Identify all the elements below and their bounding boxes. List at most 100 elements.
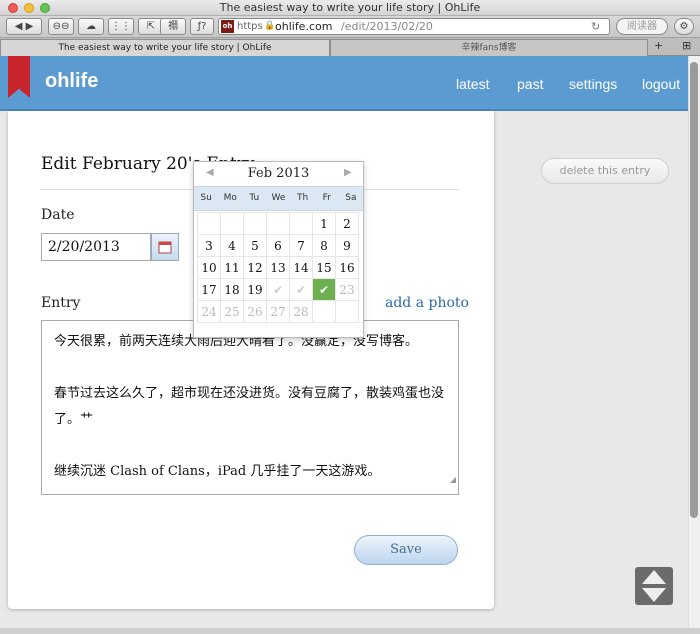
calendar-day[interactable]: 2: [335, 212, 359, 235]
calendar-empty-cell: [220, 212, 244, 235]
url-scheme: https: [237, 21, 263, 32]
calendar-day[interactable]: 12: [243, 256, 267, 279]
window-bottom-edge: [0, 628, 700, 634]
next-month-icon[interactable]: ▶: [344, 167, 352, 178]
resize-grip-icon[interactable]: ◢: [450, 467, 456, 493]
save-button[interactable]: Save: [354, 535, 458, 565]
calendar-button[interactable]: [151, 233, 179, 261]
scroll-down-arrow-icon[interactable]: [642, 588, 666, 602]
calendar-day[interactable]: 19: [243, 278, 267, 301]
calendar-day[interactable]: 10: [197, 256, 221, 279]
calendar-day-grid: 1 2 3 4 5 6 7 8 9 10 11 12 13 14 15 16 17 18 19 ✔ ✔ ✔ 23 24 25 26…: [197, 212, 359, 323]
weekday-label: Fr: [322, 193, 331, 203]
new-tab-plus-icon[interactable]: +: [654, 39, 663, 52]
reader-search-field[interactable]: 阅读器: [616, 18, 668, 35]
calendar-day[interactable]: 5: [243, 234, 267, 257]
calendar-day[interactable]: 6: [266, 234, 290, 257]
calendar-day[interactable]: 14: [289, 256, 313, 279]
date-picker-popup: Feb 2013 ◀ ▶ Su Mo Tu We Th Fr Sa 1 2 3 4 5 6 7 8 9 10 1…: [193, 161, 364, 338]
extension-f-button[interactable]: ƒ?: [190, 18, 214, 35]
back-forward-buttons[interactable]: ◀ ▶: [6, 18, 42, 35]
calendar-day: 28: [289, 300, 313, 323]
share-icon: ⇱: [146, 21, 156, 32]
entry-line: 继续沉迷 Clash of Clans，iPad 几乎挂了一天这游戏。: [54, 464, 381, 479]
tab-overflow-icon[interactable]: ⊞: [682, 39, 691, 52]
calendar-day-selected[interactable]: ✔: [312, 278, 336, 301]
forward-arrow-icon[interactable]: ▶: [26, 21, 34, 32]
back-arrow-icon[interactable]: ◀: [15, 21, 23, 32]
calendar-weekday-row: Su Mo Tu We Th Fr Sa: [194, 186, 363, 211]
nav-latest[interactable]: latest: [456, 76, 489, 92]
calendar-empty-cell: [266, 212, 290, 235]
reader-toggle-button[interactable]: ⊖⊖: [48, 18, 74, 35]
url-bar[interactable]: oh https 🔒 ohlife.com /edit/2013/02/20 ↻: [218, 18, 610, 35]
lock-icon: 🔒: [264, 21, 276, 31]
date-label: Date: [41, 207, 75, 223]
scroll-top-bottom-widget: [635, 567, 673, 605]
icloud-button[interactable]: ☁: [78, 18, 104, 35]
extension-hanzi-button[interactable]: 禤: [160, 18, 186, 35]
calendar-day[interactable]: 9: [335, 234, 359, 257]
entry-textarea[interactable]: 今天很累，前两天连续大雨后迎大晴看了。没赢定，没写博客。 春节过去这么久了，超市…: [41, 320, 459, 495]
browser-toolbar: ◀ ▶ ⊖⊖ ☁ ⋮⋮ ⇱ 禤 ƒ? oh https 🔒 ohlife.com…: [0, 16, 700, 38]
url-path: /edit/2013/02/20: [341, 20, 433, 33]
nav-logout[interactable]: logout: [642, 76, 680, 92]
add-photo-link[interactable]: add a photo: [385, 295, 469, 311]
window-title: The easiest way to write your life story…: [219, 1, 481, 14]
calendar-empty-cell: [243, 212, 267, 235]
entry-label: Entry: [41, 295, 81, 311]
calendar-day[interactable]: 15: [312, 256, 336, 279]
entry-blank-line: [54, 355, 446, 381]
weekday-label: Su: [200, 193, 212, 203]
calendar-day: 25: [220, 300, 244, 323]
site-favicon: oh: [221, 20, 234, 33]
tab-bar: The easiest way to write your life story…: [0, 38, 700, 56]
calendar-icon: [158, 241, 172, 253]
date-input[interactable]: 2/20/2013: [41, 233, 151, 261]
url-host: ohlife.com: [275, 20, 333, 33]
reload-icon[interactable]: ↻: [591, 19, 600, 34]
scrollbar-thumb[interactable]: [690, 62, 698, 518]
calendar-day[interactable]: 17: [197, 278, 221, 301]
calendar-empty-cell: [312, 300, 336, 323]
window-titlebar: The easiest way to write your life story…: [0, 0, 700, 16]
gear-icon: ⚙: [679, 21, 689, 32]
calendar-empty-cell: [289, 212, 313, 235]
delete-entry-button[interactable]: delete this entry: [541, 158, 669, 184]
calendar-day[interactable]: 16: [335, 256, 359, 279]
settings-gear-button[interactable]: ⚙: [674, 18, 694, 35]
nav-settings[interactable]: settings: [569, 76, 617, 92]
calendar-empty-cell: [335, 300, 359, 323]
weekday-label: Sa: [345, 193, 357, 203]
nav-past[interactable]: past: [517, 76, 543, 92]
weekday-label: We: [271, 193, 286, 203]
calendar-day-written[interactable]: ✔: [289, 278, 313, 301]
ohlife-logo[interactable]: ohlife: [45, 70, 98, 93]
calendar-day[interactable]: 3: [197, 234, 221, 257]
weekday-label: Tu: [249, 193, 260, 203]
weekday-label: Mo: [223, 193, 237, 203]
grid-icon: ⋮⋮: [111, 21, 131, 32]
weekday-label: Th: [297, 193, 309, 203]
scroll-up-arrow-icon[interactable]: [642, 570, 666, 584]
calendar-day[interactable]: 18: [220, 278, 244, 301]
calendar-day[interactable]: 11: [220, 256, 244, 279]
calendar-day[interactable]: 1: [312, 212, 336, 235]
calendar-day[interactable]: 4: [220, 234, 244, 257]
tab-blog[interactable]: 辛辣fans博客: [330, 39, 648, 56]
glasses-icon: ⊖⊖: [52, 21, 70, 32]
calendar-day[interactable]: 13: [266, 256, 290, 279]
calendar-day: 27: [266, 300, 290, 323]
calendar-day: 26: [243, 300, 267, 323]
calendar-day[interactable]: 8: [312, 234, 336, 257]
calendar-day[interactable]: 7: [289, 234, 313, 257]
top-sites-button[interactable]: ⋮⋮: [108, 18, 134, 35]
calendar-month-label: Feb 2013: [247, 166, 310, 181]
calendar-day: 24: [197, 300, 221, 323]
entry-blank-line: [54, 433, 446, 459]
calendar-day-written[interactable]: ✔: [266, 278, 290, 301]
prev-month-icon[interactable]: ◀: [206, 167, 214, 178]
entry-line: 春节过去这么久了，超市现在还没进货。没有豆腐了，散装鸡蛋也没了。艹: [54, 386, 445, 427]
calendar-empty-cell: [197, 212, 221, 235]
tab-ohlife[interactable]: The easiest way to write your life story…: [0, 39, 330, 56]
